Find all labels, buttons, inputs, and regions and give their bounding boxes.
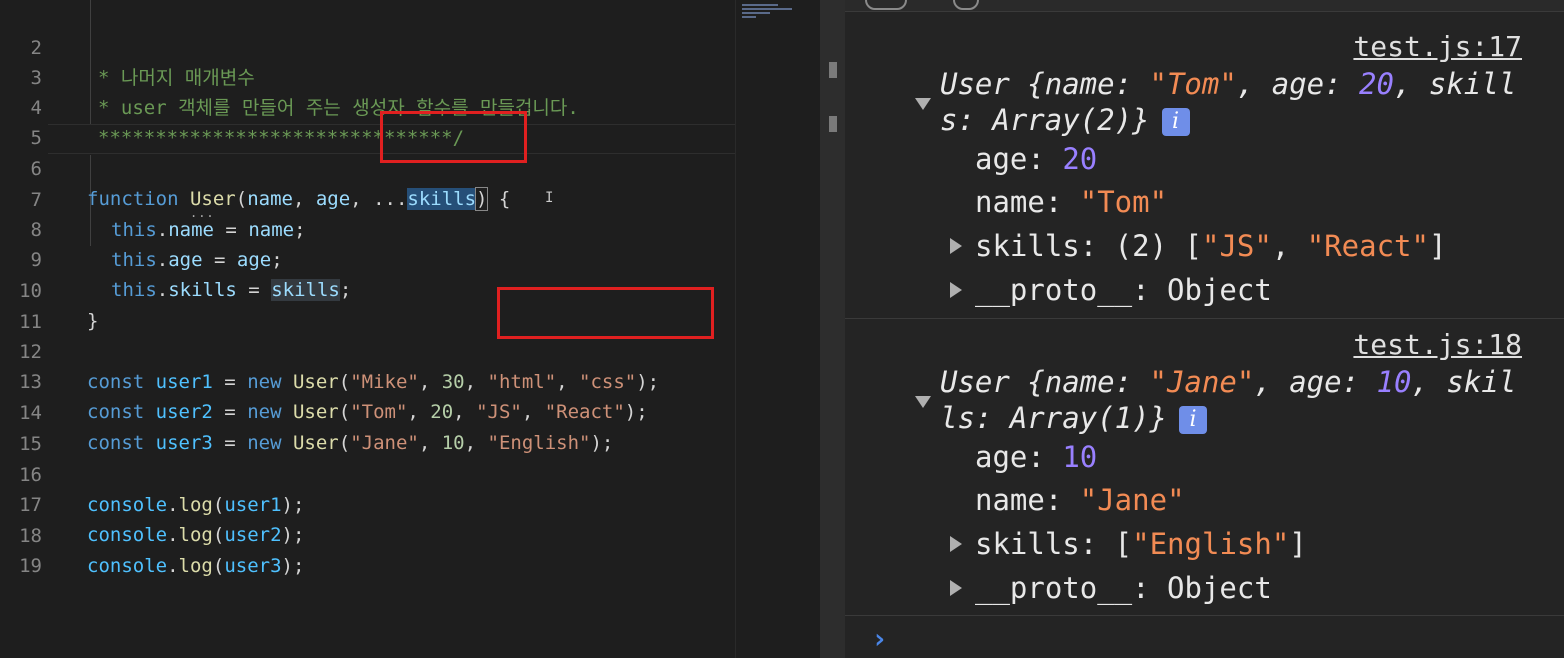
array-bracket: ] [1289, 527, 1307, 561]
code-line-19[interactable]: 19 [0, 521, 735, 577]
object-summary-line-wrap[interactable]: s: Array(2)} i [940, 102, 1190, 138]
source-link-test-js-18[interactable]: test.js:18 [1353, 328, 1522, 361]
expand-arrow-down-icon[interactable] [915, 98, 931, 110]
summary-number: 20 [1359, 67, 1394, 101]
expand-arrow-right-icon[interactable] [950, 282, 962, 298]
code-line-6[interactable]: 6 function User(name, age, ...skills) { [0, 124, 735, 211]
code-line-7[interactable]: 7 this.name = name; [0, 155, 735, 241]
editor-scrollbar[interactable] [820, 0, 845, 658]
mouse-cursor-ibeam: I [545, 190, 554, 206]
expand-arrow-right-icon[interactable] [950, 580, 962, 596]
summary-text: , age: [1236, 67, 1360, 101]
summary-text: , age: [1254, 365, 1377, 399]
code-line-9[interactable]: 9 this.skills = skills; [0, 215, 735, 301]
prop-number: 20 [1062, 142, 1098, 176]
code-line-14[interactable]: 14 const user3 = new User("Jane", 10, "E… [0, 368, 735, 454]
prop-key: age: [975, 142, 1063, 176]
paren-close: ); [281, 555, 305, 577]
scrollbar-marker [829, 62, 837, 78]
code-line-3[interactable]: 3 * user 객체를 만들어 주는 생성자 함수를 만들겁니다. [0, 33, 735, 119]
array-string: "JS" [1201, 229, 1272, 263]
prop-skills[interactable]: skills: (2) ["JS", "React"] [975, 228, 1446, 264]
info-icon[interactable]: i [1178, 406, 1207, 434]
expand-arrow-right-icon[interactable] [950, 536, 962, 552]
code-line-18[interactable]: 18 console.log(user3); [0, 491, 735, 577]
prop-string: "Jane" [1079, 483, 1185, 517]
summary-string: "Jane" [1149, 365, 1255, 399]
devtools-console[interactable]: test.js:17 User {name: "Tom", age: 20, s… [845, 0, 1564, 658]
minimap[interactable] [735, 0, 820, 658]
minimap-line [742, 4, 778, 6]
object-summary-line-wrap[interactable]: ls: Array(1)} i [940, 400, 1207, 436]
summary-text: User {name: [940, 365, 1150, 399]
summary-number: 10 [1376, 365, 1412, 399]
summary-text: ls: Array(1)} [940, 401, 1167, 435]
scrollbar-marker [829, 116, 837, 132]
code-line-4[interactable]: 4 *******************************/ [0, 63, 735, 149]
prop-age: age: 10 [975, 439, 1097, 475]
code-line-5[interactable]: 5 [0, 93, 735, 149]
object-summary-line[interactable]: User {name: "Jane", age: 10, skil [940, 364, 1516, 400]
prop-proto[interactable]: __proto__: Object [975, 272, 1272, 308]
summary-text: , skil [1411, 365, 1517, 399]
highlight-box-rest-param [380, 111, 527, 163]
code-line-17[interactable]: 17 console.log(user2); [0, 460, 735, 546]
console-toolbar [845, 0, 1564, 12]
array-bracket: ] [1428, 229, 1447, 263]
expand-arrow-right-icon[interactable] [950, 238, 962, 254]
prop-key: name: [975, 483, 1080, 517]
log-arg: user3 [224, 555, 282, 577]
minimap-line [742, 8, 792, 10]
console-divider [845, 318, 1564, 319]
prop-age: age: 20 [975, 141, 1097, 177]
expand-arrow-down-icon[interactable] [915, 396, 931, 408]
code-line-13[interactable]: 13 const user2 = new User("Tom", 20, "JS… [0, 337, 735, 423]
prop-key: skills: (2) [ [975, 229, 1202, 263]
toolbar-icon[interactable] [865, 0, 907, 10]
dot: . [167, 555, 179, 577]
console-prompt-icon[interactable]: › [871, 622, 888, 655]
prop-key: name: [975, 185, 1080, 219]
array-string: "English" [1132, 527, 1290, 561]
log-method: log [178, 555, 213, 577]
info-icon[interactable]: i [1161, 108, 1190, 136]
summary-string: "Tom" [1149, 67, 1237, 101]
code-line-8[interactable]: 8 this.age = age; [0, 185, 735, 271]
prop-proto[interactable]: __proto__: Object [975, 570, 1272, 606]
summary-text: User {name: [940, 67, 1150, 101]
summary-text: s: Array(2)} [940, 103, 1150, 137]
prop-name: name: "Tom" [975, 184, 1167, 220]
code-line-15[interactable]: 15 [0, 399, 735, 455]
code-editor[interactable]: 2 * 나머지 매개변수 3 * user 객체를 만들어 주는 생성자 함수를… [0, 0, 735, 658]
code-line-10[interactable]: 10 } [0, 246, 735, 332]
prop-string: "Tom" [1079, 185, 1168, 219]
prop-key: age: [975, 440, 1063, 474]
toolbar-icon[interactable] [953, 0, 979, 10]
summary-text: , skill [1393, 67, 1517, 101]
prop-key: skills: [ [975, 527, 1133, 561]
array-sep: , [1271, 229, 1307, 263]
code-line-2[interactable]: 2 * 나머지 매개변수 [0, 3, 735, 89]
prop-number: 10 [1062, 440, 1098, 474]
console-object: console [87, 555, 168, 577]
minimap-line [742, 16, 756, 18]
object-summary-line[interactable]: User {name: "Tom", age: 20, skill [940, 66, 1516, 102]
prop-skills[interactable]: skills: ["English"] [975, 526, 1307, 562]
paren: ( [212, 555, 225, 577]
console-divider [845, 615, 1564, 616]
highlight-box-extra-args [497, 287, 714, 339]
array-string: "React" [1306, 229, 1429, 263]
line-number: 19 [19, 555, 42, 577]
prop-name: name: "Jane" [975, 482, 1185, 518]
code-line-16[interactable]: 16 console.log(user1); [0, 430, 735, 516]
source-link-test-js-17[interactable]: test.js:17 [1353, 30, 1522, 63]
minimap-line [742, 12, 770, 14]
